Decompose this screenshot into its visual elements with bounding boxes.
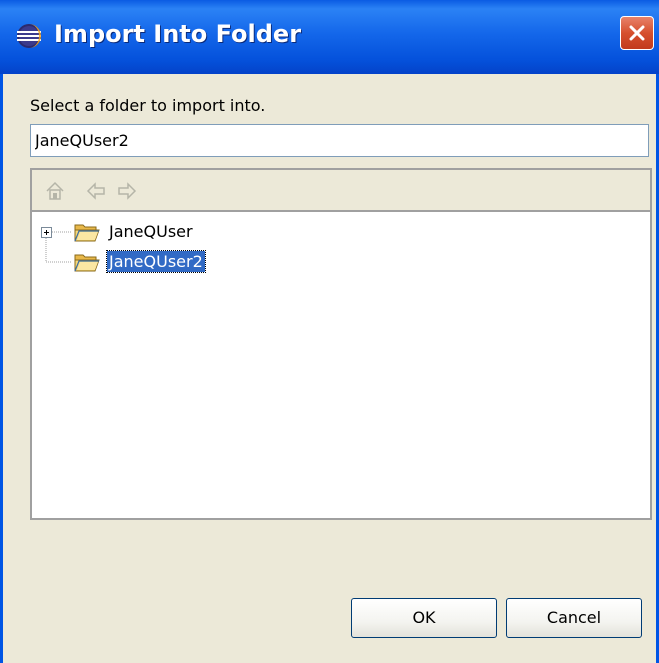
tree-item-janequser[interactable]: JaneQUser xyxy=(32,218,432,246)
tree-toolbar xyxy=(32,170,650,212)
eclipse-app-icon xyxy=(17,24,41,48)
expand-icon[interactable] xyxy=(41,227,52,238)
ok-button[interactable]: OK xyxy=(351,598,497,638)
close-button[interactable] xyxy=(620,16,654,50)
tree-item-janequser2[interactable]: JaneQUser2 xyxy=(32,248,432,276)
close-icon xyxy=(629,25,645,41)
dialog-title: Import Into Folder xyxy=(54,20,302,48)
tree-item-label: JaneQUser xyxy=(109,222,193,241)
import-into-folder-dialog: Import Into Folder Select a folder to im… xyxy=(0,0,659,663)
folder-open-icon xyxy=(74,224,100,242)
folder-tree-panel: JaneQUser JaneQUser2 xyxy=(30,168,652,520)
prompt-label: Select a folder to import into. xyxy=(30,96,266,115)
back-arrow-icon[interactable] xyxy=(85,180,107,202)
tree-item-label-selected: JaneQUser2 xyxy=(106,250,206,273)
forward-arrow-icon[interactable] xyxy=(116,180,138,202)
cancel-button[interactable]: Cancel xyxy=(506,598,642,638)
folder-name-input[interactable] xyxy=(30,124,649,157)
home-icon[interactable] xyxy=(44,180,66,202)
title-bar[interactable]: Import Into Folder xyxy=(0,0,659,74)
folder-open-icon xyxy=(74,254,100,272)
